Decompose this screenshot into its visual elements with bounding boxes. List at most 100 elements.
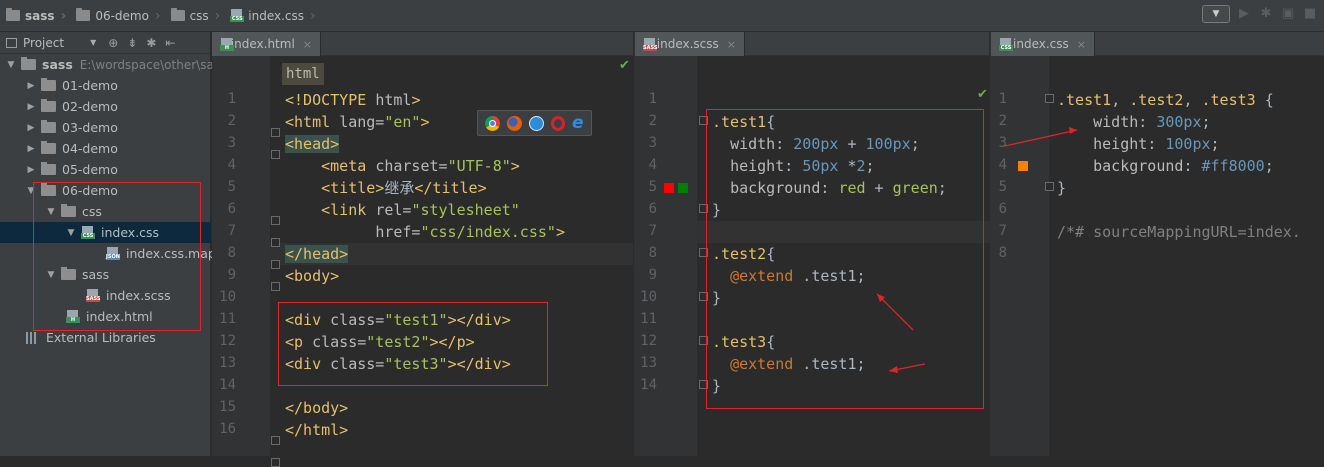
separator-icon: › <box>310 7 316 24</box>
folder-icon <box>41 162 56 175</box>
safari-icon[interactable] <box>529 115 545 131</box>
arrow-head <box>889 366 898 373</box>
line-number: 7 <box>227 223 236 239</box>
line-number: 11 <box>219 311 236 327</box>
run-icon[interactable]: ▶ <box>1236 6 1252 22</box>
html-editor-pane: H index.html × ✔ html 1 2 3 4 5 6 7 8 9 10 11 12 13 1… <box>212 32 633 467</box>
annotation-box <box>278 302 548 386</box>
tree-item-label: 02-demo <box>62 99 118 114</box>
tab-index-html[interactable]: H index.html × <box>212 32 321 56</box>
coverage-icon[interactable]: ▣ <box>1280 6 1296 22</box>
tree-item-03-demo[interactable]: ▶ 03-demo <box>26 117 118 138</box>
line-number: 12 <box>219 333 236 349</box>
line-number: 13 <box>219 355 236 371</box>
collapsed-arrow-icon: ▶ <box>27 122 35 133</box>
line-number: 16 <box>219 421 236 437</box>
breadcrumb-label: css <box>189 8 209 23</box>
fold-icon[interactable] <box>271 238 280 247</box>
fold-icon[interactable] <box>271 216 280 225</box>
tree-item-label: sass <box>42 57 73 72</box>
run-toolbar: ▼ ▶ ✱ ▣ ■ <box>1202 5 1324 23</box>
breadcrumb-label: sass <box>25 8 55 23</box>
scss-editor-pane: SASS index.scss × ✔ 1 2 3 4 5 6 7 8 9 10 11 12 13 14 … <box>634 32 990 456</box>
breadcrumb-css[interactable]: css › <box>165 0 225 32</box>
chevron-down-icon[interactable]: ▼ <box>90 38 96 47</box>
collapsed-arrow-icon: ▶ <box>27 80 35 91</box>
tree-item-label: External Libraries <box>46 330 156 345</box>
arrow-head <box>1069 127 1077 134</box>
navigation-bar: sass › 06-demo › css › CSS index.css › ▼… <box>0 0 1324 32</box>
library-icon <box>26 331 40 344</box>
fold-icon[interactable] <box>271 436 280 445</box>
debug-icon[interactable]: ✱ <box>1258 6 1274 22</box>
project-view-label[interactable]: Project <box>23 36 64 50</box>
line-number: 6 <box>227 201 236 217</box>
folder-icon <box>6 8 20 21</box>
tree-item-02-demo[interactable]: ▶ 02-demo <box>26 96 118 117</box>
line-number: 2 <box>227 113 236 129</box>
folder-icon <box>41 120 56 133</box>
project-panel-header: Project ▼ ⊕ ⇟ ✱ ⇤ <box>0 32 210 54</box>
sync-icon[interactable]: ⊕ <box>108 36 118 50</box>
hide-panel-icon[interactable]: ⇤ <box>165 36 175 50</box>
line-number: 1 <box>227 91 236 107</box>
tab-label: index.html <box>230 37 295 51</box>
inspection-ok-icon: ✔ <box>619 58 630 73</box>
breadcrumb-label: 06-demo <box>95 8 149 23</box>
gear-icon[interactable]: ✱ <box>146 36 156 50</box>
tree-item-label: 03-demo <box>62 120 118 135</box>
html-code[interactable]: <!DOCTYPE html> <html lang="en"> <head> <m… <box>285 89 565 441</box>
line-number: 8 <box>227 245 236 261</box>
tree-item-label: 04-demo <box>62 141 118 156</box>
folder-icon <box>41 99 56 112</box>
line-number: 3 <box>227 135 236 151</box>
html-file-icon: H <box>220 37 234 51</box>
tree-item-sass-root[interactable]: ▼ sass E:\wordspace\other\sa <box>6 54 214 75</box>
collapsed-arrow-icon: ▶ <box>27 143 35 154</box>
project-panel: Project ▼ ⊕ ⇟ ✱ ⇤ ▼ sass E:\wordspace\ot… <box>0 32 216 456</box>
folder-icon <box>21 57 36 70</box>
expanded-arrow-icon: ▼ <box>7 59 15 70</box>
tree-item-label: 05-demo <box>62 162 118 177</box>
tree-item-04-demo[interactable]: ▶ 04-demo <box>26 138 118 159</box>
editor-tabbar: H index.html × <box>212 32 633 56</box>
fold-icon[interactable] <box>271 128 280 137</box>
run-config-dropdown[interactable]: ▼ <box>1202 5 1230 23</box>
ie-icon[interactable]: e <box>572 114 584 131</box>
folder-icon <box>76 8 91 21</box>
folder-icon <box>41 141 56 154</box>
collapsed-arrow-icon: ▶ <box>27 164 35 175</box>
collapse-all-icon[interactable]: ⇟ <box>127 36 137 50</box>
close-icon[interactable]: × <box>303 38 312 51</box>
tree-item-01-demo[interactable]: ▶ 01-demo <box>26 75 118 96</box>
browser-launch-bar: e <box>477 110 592 136</box>
fold-icon[interactable] <box>271 260 280 269</box>
separator-icon: › <box>214 7 221 24</box>
annotation-arrows <box>1004 127 1078 147</box>
line-number: 14 <box>219 377 236 393</box>
line-number: 10 <box>219 289 236 305</box>
opera-icon[interactable] <box>551 115 566 131</box>
fold-icon[interactable] <box>271 458 280 467</box>
fold-icon[interactable] <box>271 150 280 159</box>
breadcrumb-label: index.css <box>248 8 305 23</box>
fold-icon[interactable] <box>271 282 280 291</box>
line-number: 15 <box>219 399 236 415</box>
stop-icon[interactable]: ■ <box>1302 6 1318 22</box>
chrome-icon[interactable] <box>485 115 501 131</box>
css-file-icon: CSS <box>230 9 245 22</box>
breadcrumb-index-css[interactable]: CSS index.css › <box>224 0 319 32</box>
breadcrumb-sass[interactable]: sass › <box>0 0 70 32</box>
annotation-box <box>33 182 201 331</box>
line-number: 4 <box>227 157 236 173</box>
line-number: 9 <box>227 267 236 283</box>
breadcrumb-06-demo[interactable]: 06-demo › <box>70 0 164 32</box>
separator-icon: › <box>60 7 67 24</box>
firefox-icon[interactable] <box>507 115 523 131</box>
annotation-arrow <box>1004 129 1078 147</box>
tree-item-05-demo[interactable]: ▶ 05-demo <box>26 159 118 180</box>
separator-icon: › <box>154 7 161 24</box>
collapsed-arrow-icon: ▶ <box>27 101 35 112</box>
tree-item-label: 01-demo <box>62 78 118 93</box>
tag-breadcrumb[interactable]: html <box>282 63 324 85</box>
